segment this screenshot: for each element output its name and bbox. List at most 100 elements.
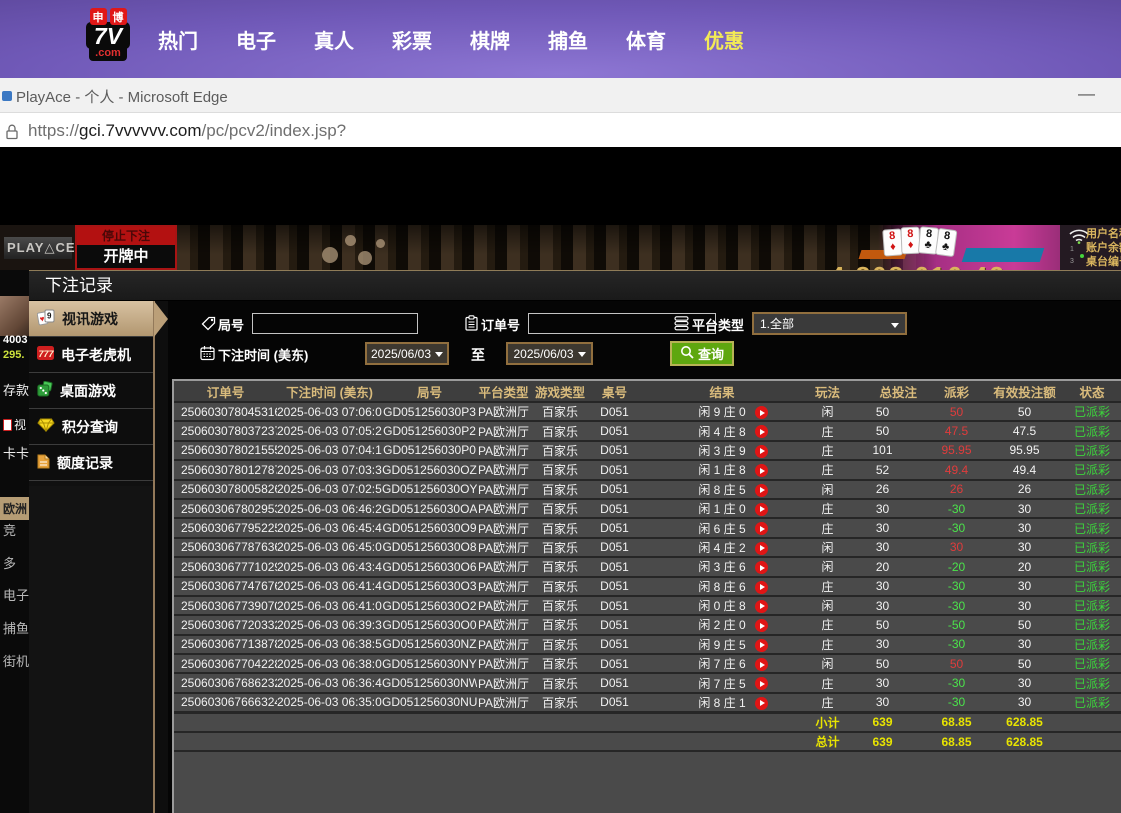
panel-content: 局号 订单号 平台类型 1.全部 下注时间 (美东) 2025/06/03: [168, 301, 1121, 813]
platform-type-label: 平台类型: [692, 315, 744, 334]
play-video-button[interactable]: [755, 697, 768, 710]
playace-logo: PLAY△CE: [4, 237, 72, 259]
nav-item-1[interactable]: 电子: [236, 25, 276, 54]
play-video-button[interactable]: [755, 658, 768, 671]
nav-item-4[interactable]: 棋牌: [470, 25, 510, 54]
cell-valid-bet: 26: [988, 480, 1061, 499]
sidebar-item-label: 桌面游戏: [60, 381, 116, 401]
cell-platform: PA欧洲厅: [477, 693, 530, 713]
play-video-button[interactable]: [755, 406, 768, 419]
table-row: 2506030780372372025-06-03 07:05:28GD0512…: [174, 421, 1121, 440]
play-video-button[interactable]: [755, 581, 768, 594]
cell-status: 已派彩: [1061, 615, 1121, 634]
background-item: 捕鱼: [3, 618, 29, 637]
cell-game-type: 百家乐: [530, 596, 590, 615]
cell-bet-time: 2025-06-03 06:35:02: [277, 693, 382, 713]
cell-table-no: D051: [590, 460, 639, 479]
cell-empty: [1061, 712, 1121, 732]
table-row: 2506030677042282025-06-03 06:38:07GD0512…: [174, 654, 1121, 673]
play-video-button[interactable]: [755, 542, 768, 555]
play-video-button[interactable]: [755, 484, 768, 497]
cell-payout: -30: [925, 518, 988, 537]
cell-valid-bet: 30: [988, 635, 1061, 654]
cell-valid-bet: 20: [988, 557, 1061, 576]
cell-result: 闲 8 庄 5: [639, 480, 805, 499]
table-user-info: 1 3 用户名称: 4账户余额: 2桌台编号:: [1060, 225, 1121, 270]
document-icon: [37, 454, 50, 472]
cell-table-no: D051: [590, 673, 639, 692]
cell-table-no: D051: [590, 441, 639, 460]
cell-payout: 47.5: [925, 421, 988, 440]
cell-platform: PA欧洲厅: [477, 538, 530, 557]
cell-empty: [530, 732, 590, 751]
nav-item-3[interactable]: 彩票: [392, 25, 432, 54]
date-from-select[interactable]: 2025/06/03: [365, 342, 449, 365]
table-row: 2506030677476762025-06-03 06:41:46GD0512…: [174, 577, 1121, 596]
window-title: PlayAce - 个人 - Microsoft Edge: [16, 86, 228, 107]
minimize-button[interactable]: —: [1078, 84, 1095, 104]
cell-order-id: 250603078005826: [174, 480, 277, 499]
address-bar[interactable]: https://gci.7vvvvvv.com/pc/pcv2/index.js…: [0, 113, 1121, 152]
url-text[interactable]: https://gci.7vvvvvv.com/pc/pcv2/index.js…: [28, 121, 346, 141]
nav-item-6[interactable]: 体育: [626, 25, 666, 54]
cell-payout: -30: [925, 499, 988, 518]
url-host: gci.7vvvvvv.com: [79, 121, 202, 140]
cell-game-type: 百家乐: [530, 615, 590, 634]
cell-result: 闲 0 庄 8: [639, 596, 805, 615]
cell-valid-bet: 95.95: [988, 441, 1061, 460]
cell-status: 已派彩: [1061, 693, 1121, 713]
cell-play: 庄: [805, 421, 850, 440]
cell-table-no: D051: [590, 635, 639, 654]
cell-game-type: 百家乐: [530, 577, 590, 596]
sidebar-item-4[interactable]: 额度记录: [29, 445, 153, 481]
cell-payout: -30: [925, 693, 988, 713]
cell-order-id: 250603078012787: [174, 460, 277, 479]
cell-status: 已派彩: [1061, 557, 1121, 576]
nav-item-5[interactable]: 捕鱼: [548, 25, 588, 54]
play-video-button[interactable]: [755, 445, 768, 458]
table-row: 2506030678029532025-06-03 06:46:27GD0512…: [174, 499, 1121, 518]
cell-play: 庄: [805, 499, 850, 518]
nav-item-7[interactable]: 优惠: [704, 25, 744, 54]
search-button[interactable]: 查询: [670, 341, 734, 366]
sidebar-item-0[interactable]: ♥9视讯游戏: [29, 301, 153, 337]
site-logo[interactable]: 申 博 7V .com: [76, 8, 140, 61]
sidebar-item-1[interactable]: 777电子老虎机: [29, 337, 153, 373]
cell-order-id: 250603067704228: [174, 654, 277, 673]
decor-dot: [322, 247, 338, 263]
cell-total-bet: 52: [850, 460, 925, 479]
platform-type-select[interactable]: 1.全部: [752, 312, 907, 335]
cell-valid-bet: 50: [988, 654, 1061, 673]
play-video-button[interactable]: [755, 503, 768, 516]
col-order-id: 订单号: [174, 381, 277, 402]
mini-card-icon: [3, 419, 12, 431]
cell-table-no: D051: [590, 402, 639, 421]
round-id-input[interactable]: [252, 313, 418, 334]
jackpot-amount: 4,808,616.42: [830, 261, 1006, 270]
site-nav: 申 博 7V .com 热门 电子 真人 彩票 棋牌 捕鱼 体育 优惠: [0, 0, 1121, 78]
sidebar-filler: [29, 486, 153, 813]
cell-status: 已派彩: [1061, 654, 1121, 673]
background-item: 4003: [3, 334, 27, 346]
sidebar-item-3[interactable]: 积分查询: [29, 409, 153, 445]
play-video-button[interactable]: [755, 639, 768, 652]
cell-platform: PA欧洲厅: [477, 615, 530, 634]
cell-result: 闲 6 庄 5: [639, 518, 805, 537]
nav-item-0[interactable]: 热门: [158, 25, 198, 54]
cell-platform: PA欧洲厅: [477, 499, 530, 518]
filter-row-1: 局号 订单号 平台类型 1.全部: [168, 311, 1121, 337]
cell-table-no: D051: [590, 538, 639, 557]
cell-valid-bet: 30: [988, 577, 1061, 596]
cell-round-id: GD051256030O6: [382, 557, 477, 576]
play-video-button[interactable]: [755, 600, 768, 613]
sidebar-item-2[interactable]: 桌面游戏: [29, 373, 153, 409]
background-item: 存款: [3, 380, 29, 399]
cell-payout: 26: [925, 480, 988, 499]
cell-play: 闲: [805, 480, 850, 499]
cell-valid-bet: 49.4: [988, 460, 1061, 479]
nav-item-2[interactable]: 真人: [314, 25, 354, 54]
cell-round-id: GD051256030NY: [382, 654, 477, 673]
dice-icon: [37, 381, 53, 400]
date-to-select[interactable]: 2025/06/03: [506, 342, 593, 365]
edge-app-icon: [2, 91, 12, 101]
